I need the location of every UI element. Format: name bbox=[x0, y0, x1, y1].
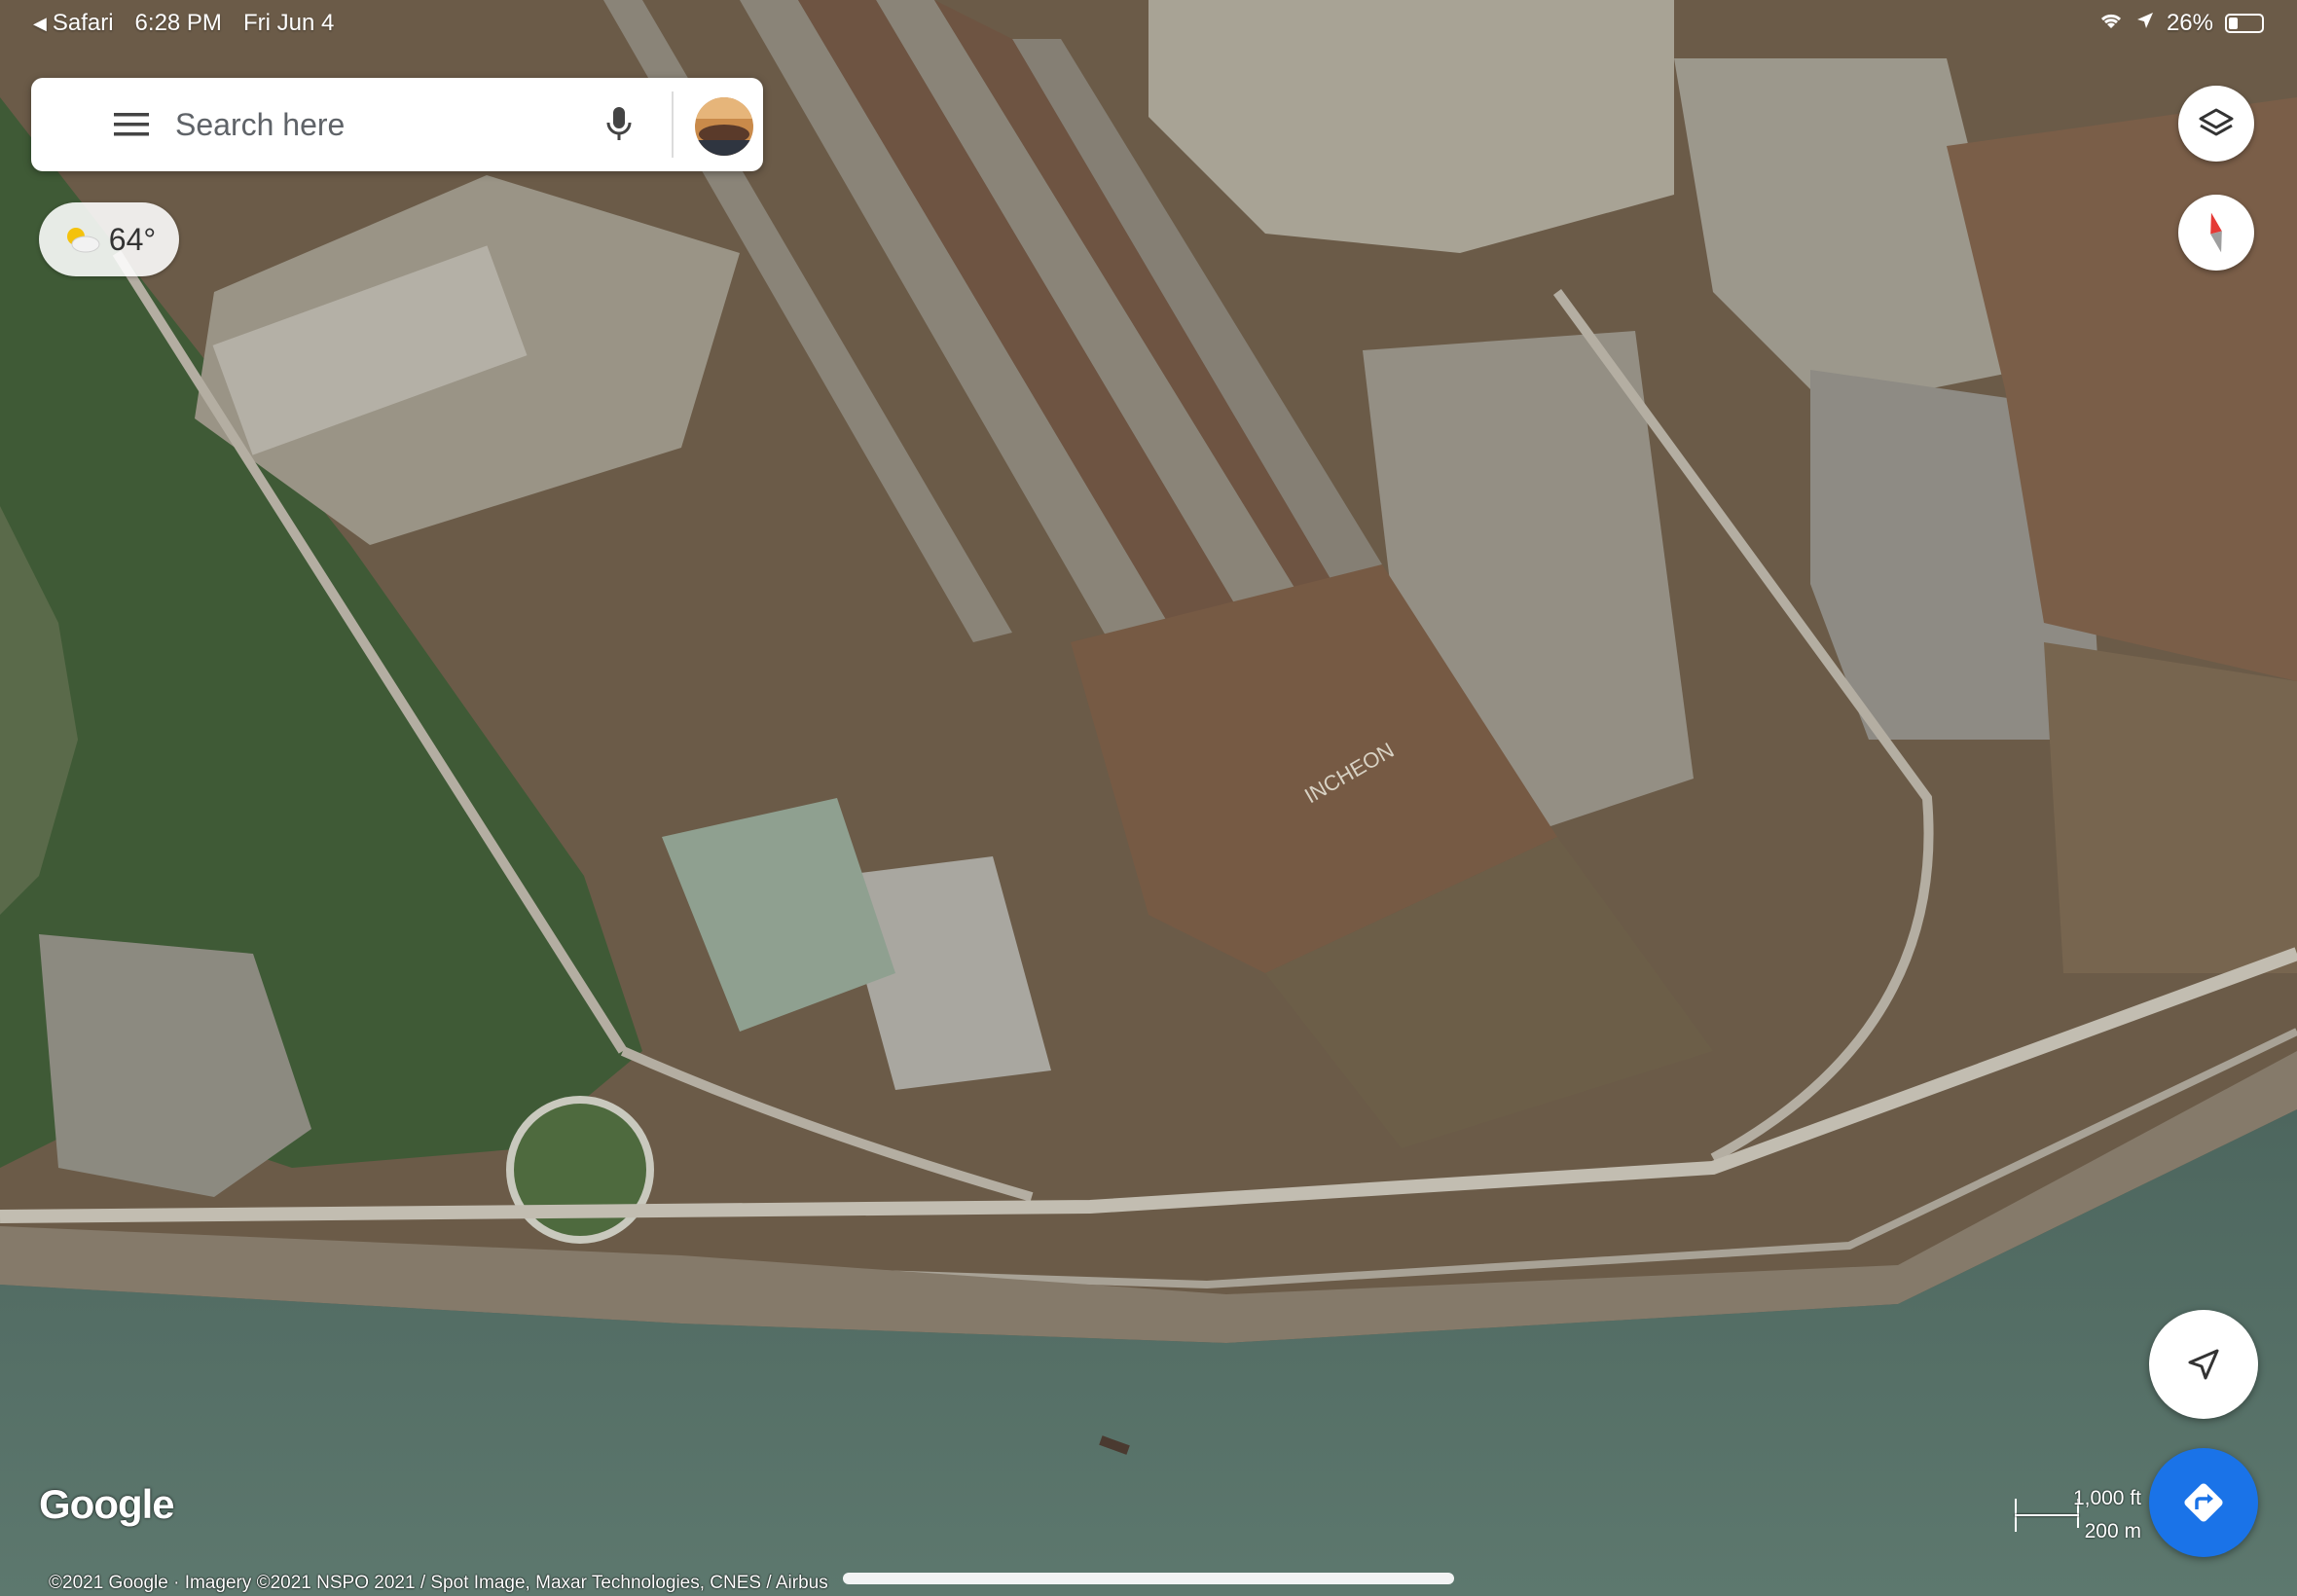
back-app-label: Safari bbox=[52, 10, 114, 36]
voice-search-button[interactable] bbox=[590, 95, 648, 154]
avatar-image bbox=[695, 97, 753, 156]
search-bar bbox=[31, 78, 763, 171]
status-date: Fri Jun 4 bbox=[242, 10, 335, 36]
map-attribution[interactable]: ©2021 Google · Imagery ©2021 NSPO 2021 /… bbox=[49, 1573, 828, 1594]
compass-icon bbox=[2210, 212, 2222, 253]
battery-icon bbox=[2225, 14, 2264, 33]
search-divider bbox=[672, 91, 674, 158]
home-indicator[interactable] bbox=[843, 1573, 1454, 1584]
microphone-icon bbox=[606, 107, 632, 140]
status-bar: ◀ Safari 6:28 PM Fri Jun 4 26% bbox=[0, 0, 2297, 47]
wifi-icon bbox=[2098, 10, 2124, 37]
location-arrow-icon bbox=[2135, 10, 2155, 37]
layers-icon bbox=[2199, 108, 2234, 136]
back-arrow-icon: ◀ bbox=[33, 13, 47, 33]
scale-imperial: 1,000 ft bbox=[2072, 1487, 2141, 1509]
layers-button[interactable] bbox=[2178, 86, 2254, 162]
weather-chip[interactable]: 64° bbox=[39, 202, 179, 276]
status-time: 6:28 PM bbox=[134, 10, 222, 36]
directions-button[interactable] bbox=[2149, 1448, 2258, 1557]
scale-metric: 200 m bbox=[2084, 1520, 2141, 1542]
hamburger-menu-icon bbox=[114, 113, 149, 136]
battery-percent: 26% bbox=[2166, 10, 2213, 36]
directions-icon bbox=[2184, 1483, 2223, 1522]
back-to-app-link[interactable]: ◀ Safari bbox=[33, 10, 114, 37]
google-logo: Google bbox=[39, 1481, 175, 1527]
my-location-icon bbox=[2188, 1349, 2219, 1380]
weather-temperature: 64° bbox=[108, 221, 157, 257]
account-avatar[interactable] bbox=[695, 97, 753, 156]
satellite-map[interactable]: INCHEON bbox=[0, 0, 2297, 1596]
map-canvas[interactable]: INCHEON bbox=[0, 0, 2297, 1596]
partly-sunny-icon bbox=[66, 228, 100, 253]
search-input[interactable] bbox=[173, 105, 528, 144]
menu-button[interactable] bbox=[97, 91, 165, 159]
my-location-button[interactable] bbox=[2149, 1310, 2258, 1419]
compass-button[interactable] bbox=[2178, 195, 2254, 271]
map-scale: 1,000 ft 200 m bbox=[2011, 1487, 2141, 1545]
